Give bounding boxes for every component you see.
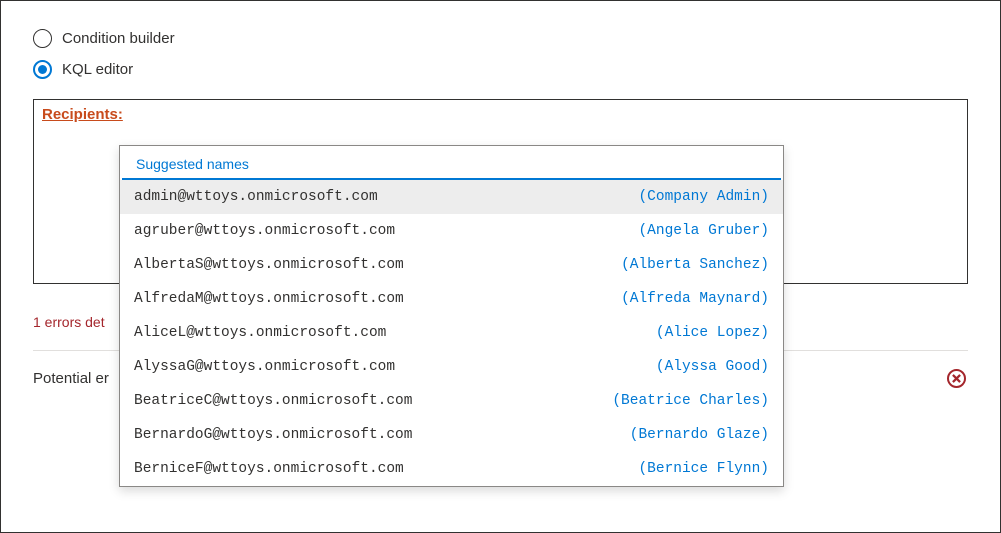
- suggestion-email: AliceL@wttoys.onmicrosoft.com: [134, 325, 386, 341]
- suggestion-item[interactable]: AliceL@wttoys.onmicrosoft.com (Alice Lope…: [120, 316, 783, 350]
- suggestion-display-name: (Alyssa Good): [656, 359, 769, 375]
- potential-errors-label: Potential er: [33, 370, 109, 387]
- suggestion-email: AlyssaG@wttoys.onmicrosoft.com: [134, 359, 395, 375]
- suggestion-email: BernardoG@wttoys.onmicrosoft.com: [134, 427, 412, 443]
- suggestion-display-name: (Bernice Flynn): [638, 461, 769, 477]
- suggestion-email: agruber@wttoys.onmicrosoft.com: [134, 223, 395, 239]
- suggestion-display-name: (Alice Lopez): [656, 325, 769, 341]
- suggestion-email: admin@wttoys.onmicrosoft.com: [134, 189, 378, 205]
- radio-empty-icon: [33, 29, 52, 48]
- suggestions-header: Suggested names: [122, 146, 781, 180]
- dismiss-button[interactable]: [947, 369, 966, 388]
- suggestion-item[interactable]: admin@wttoys.onmicrosoft.com (Company Adm…: [120, 180, 783, 214]
- radio-selected-icon: [33, 60, 52, 79]
- radio-kql-editor[interactable]: KQL editor: [33, 60, 1000, 79]
- suggestion-item[interactable]: BeatriceC@wttoys.onmicrosoft.com (Beatric…: [120, 384, 783, 418]
- suggestion-email: BerniceF@wttoys.onmicrosoft.com: [134, 461, 404, 477]
- query-mode-radio-group: Condition builder KQL editor: [1, 1, 1000, 79]
- suggestion-item[interactable]: BernardoG@wttoys.onmicrosoft.com (Bernard…: [120, 418, 783, 452]
- suggestion-display-name: (Bernardo Glaze): [630, 427, 769, 443]
- suggestion-display-name: (Beatrice Charles): [612, 393, 769, 409]
- suggestion-email: AlbertaS@wttoys.onmicrosoft.com: [134, 257, 404, 273]
- suggestion-display-name: (Angela Gruber): [638, 223, 769, 239]
- recipients-keyword: Recipients:: [42, 106, 123, 123]
- suggestion-display-name: (Alberta Sanchez): [621, 257, 769, 273]
- radio-label-kql-editor: KQL editor: [62, 61, 133, 78]
- suggestion-display-name: (Alfreda Maynard): [621, 291, 769, 307]
- suggestion-email: AlfredaM@wttoys.onmicrosoft.com: [134, 291, 404, 307]
- suggestion-item[interactable]: agruber@wttoys.onmicrosoft.com (Angela Gr…: [120, 214, 783, 248]
- suggestion-email: BeatriceC@wttoys.onmicrosoft.com: [134, 393, 412, 409]
- suggestions-dropdown: Suggested names admin@wttoys.onmicrosoft…: [119, 145, 784, 487]
- suggestion-item[interactable]: BerniceF@wttoys.onmicrosoft.com (Bernice …: [120, 452, 783, 486]
- suggestions-list: admin@wttoys.onmicrosoft.com (Company Adm…: [120, 180, 783, 486]
- close-icon: [952, 374, 961, 383]
- radio-condition-builder[interactable]: Condition builder: [33, 29, 1000, 48]
- suggestion-display-name: (Company Admin): [638, 189, 769, 205]
- radio-label-condition-builder: Condition builder: [62, 30, 175, 47]
- radio-dot-icon: [38, 65, 47, 74]
- suggestion-item[interactable]: AlfredaM@wttoys.onmicrosoft.com (Alfreda …: [120, 282, 783, 316]
- suggestion-item[interactable]: AlyssaG@wttoys.onmicrosoft.com (Alyssa Go…: [120, 350, 783, 384]
- suggestion-item[interactable]: AlbertaS@wttoys.onmicrosoft.com (Alberta …: [120, 248, 783, 282]
